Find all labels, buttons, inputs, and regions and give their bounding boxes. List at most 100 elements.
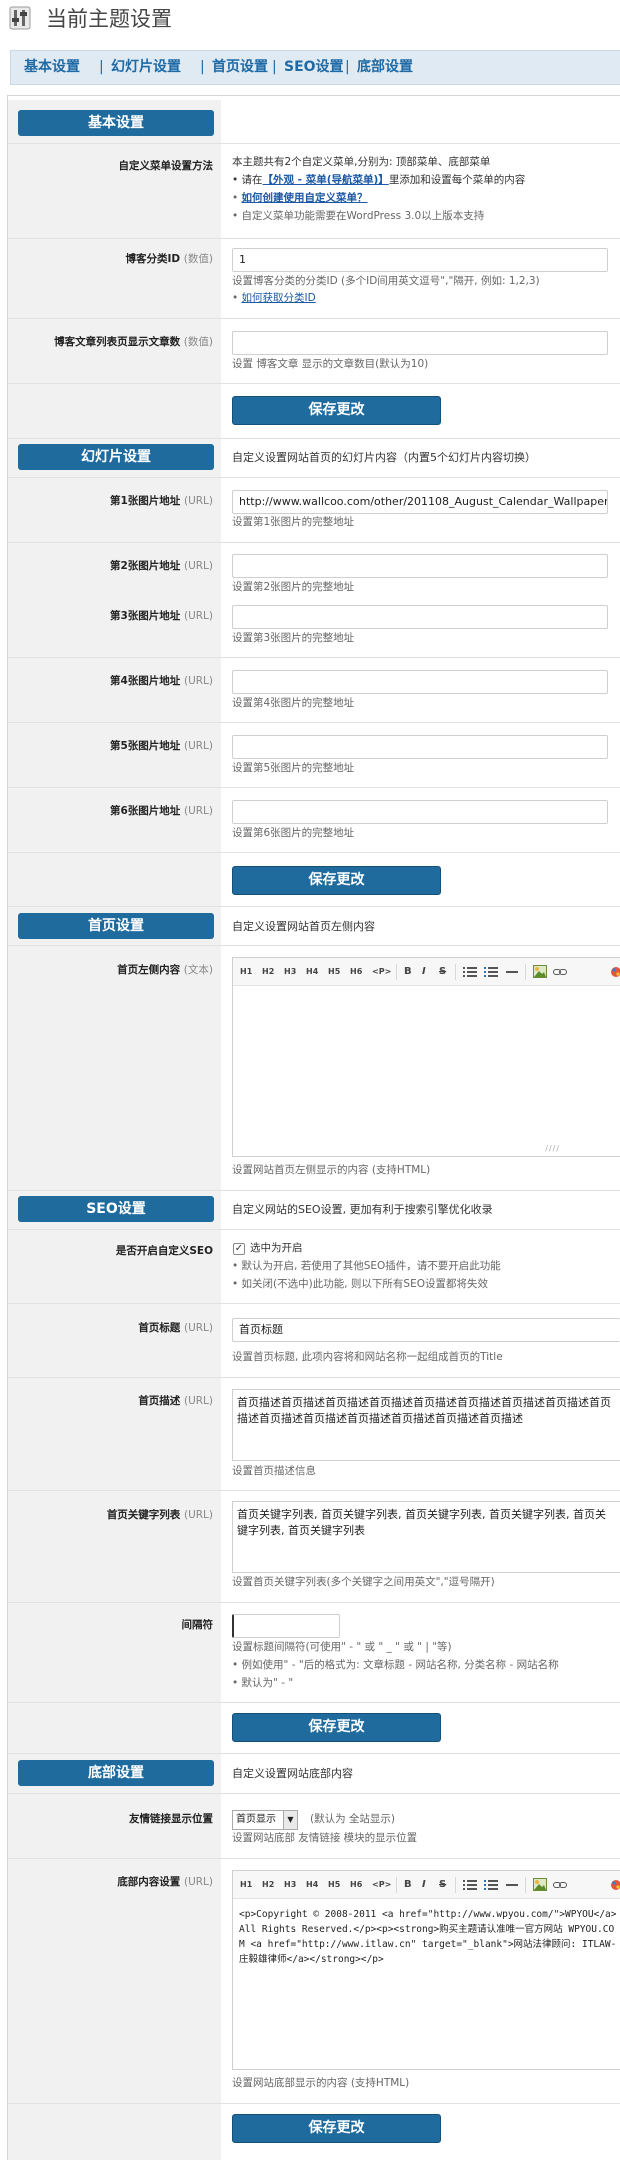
- save-button[interactable]: 保存更改: [232, 1713, 441, 1742]
- links-position-note: (默认为 全站显示): [310, 1813, 396, 1825]
- article-count-help: 设置 博客文章 显示的文章数目(默认为10): [232, 358, 429, 370]
- bullet-list-icon[interactable]: [463, 966, 477, 978]
- menu-admin-link[interactable]: 【外观 - 菜单(导航菜单)】: [263, 174, 389, 186]
- color-palette-icon[interactable]: [610, 1879, 620, 1891]
- divider: [8, 143, 620, 144]
- h1-button[interactable]: H1: [240, 1879, 252, 1891]
- slide-6-help: 设置第6张图片的完整地址: [232, 827, 355, 839]
- section-heading-basic: 基本设置: [18, 110, 214, 136]
- numbered-list-icon[interactable]: [484, 1879, 498, 1891]
- home-left-help: 设置网站首页左侧显示的内容 (支持HTML): [232, 1164, 431, 1176]
- slide-3-url-input[interactable]: [232, 605, 608, 629]
- nav-footer[interactable]: 底部设置: [357, 51, 413, 84]
- footer-content-editor[interactable]: H1 H2 H3 H4 H5 H6 <P> B I S <p>Copyright…: [232, 1870, 620, 2070]
- h6-button[interactable]: H6: [350, 966, 362, 978]
- h5-button[interactable]: H5: [328, 966, 340, 978]
- slide-4-label: 第4张图片地址 (URL): [110, 675, 213, 687]
- h5-button[interactable]: H5: [328, 1879, 340, 1891]
- nav-seo[interactable]: SEO设置: [284, 51, 344, 84]
- seo-enable-help: • 默认为开启, 若使用了其他SEO插件，请不要开启此功能: [232, 1260, 501, 1272]
- toolbar-divider: [455, 1877, 456, 1893]
- color-palette-icon[interactable]: [610, 966, 620, 978]
- cat-id-input[interactable]: 1: [232, 248, 608, 272]
- seo-title-help: 设置首页标题, 此项内容将和网站名称一起组成首页的Title: [232, 1351, 503, 1363]
- h6-button[interactable]: H6: [350, 1879, 362, 1891]
- article-count-input[interactable]: [232, 331, 608, 355]
- seo-title-input[interactable]: 首页标题: [232, 1318, 620, 1342]
- paragraph-button[interactable]: <P>: [372, 1879, 391, 1891]
- seo-separator-input[interactable]: [232, 1614, 340, 1638]
- divider: [8, 1303, 620, 1304]
- links-position-select[interactable]: 首页显示 ▼: [232, 1810, 298, 1830]
- menu-setup-label: 自定义菜单设置方法: [118, 160, 214, 172]
- home-left-label: 首页左侧内容 (文本): [117, 964, 213, 976]
- nav-home[interactable]: 首页设置: [212, 51, 268, 84]
- resize-grip[interactable]: ////: [545, 1144, 560, 1153]
- divider: [8, 1229, 620, 1230]
- divider: [8, 383, 620, 384]
- label-column: [8, 100, 221, 2160]
- strike-button[interactable]: S: [439, 966, 446, 978]
- h3-button[interactable]: H3: [284, 966, 296, 978]
- link-icon[interactable]: [553, 966, 567, 978]
- h4-button[interactable]: H4: [306, 1879, 318, 1891]
- bullet-list-icon[interactable]: [463, 1879, 477, 1891]
- save-button[interactable]: 保存更改: [232, 866, 441, 895]
- image-icon[interactable]: [533, 965, 547, 978]
- slide-6-url-input[interactable]: [232, 800, 608, 824]
- seo-keywords-label: 首页关键字列表 (URL): [106, 1509, 213, 1521]
- slide-2-url-input[interactable]: [232, 554, 608, 578]
- nav-basic[interactable]: 基本设置: [24, 51, 80, 84]
- chevron-down-icon: ▼: [283, 1811, 297, 1829]
- seo-enable-check-label: 选中为开启: [250, 1242, 303, 1254]
- page-title: 当前主题设置: [46, 7, 172, 31]
- menu-howto-link[interactable]: 如何创建使用自定义菜单？: [242, 192, 368, 204]
- menu-info-line: • 请在【外观 - 菜单(导航菜单)】里添加和设置每个菜单的内容: [232, 174, 526, 186]
- italic-button[interactable]: I: [422, 1879, 426, 1891]
- h1-button[interactable]: H1: [240, 966, 252, 978]
- horizontal-rule-icon[interactable]: [505, 966, 519, 978]
- home-left-editor[interactable]: H1 H2 H3 H4 H5 H6 <P> B I S ////: [232, 957, 620, 1157]
- seo-description-textarea[interactable]: 首页描述首页描述首页描述首页描述首页描述首页描述首页描述首页描述首页描述首页描述…: [232, 1389, 620, 1461]
- seo-separator-help: • 例如使用" - "后的格式为: 文章标题 - 网站名称, 分类名称 - 网站…: [232, 1659, 559, 1671]
- slide-1-help: 设置第1张图片的完整地址: [232, 516, 355, 528]
- links-position-help: 设置网站底部 友情链接 模块的显示位置: [232, 1832, 418, 1844]
- seo-separator-help: 设置标题间隔符(可使用" - " 或 " _ " 或 " | "等): [232, 1641, 452, 1653]
- nav-slides[interactable]: 幻灯片设置: [111, 51, 181, 84]
- seo-title-label: 首页标题 (URL): [138, 1322, 213, 1334]
- bold-button[interactable]: B: [404, 1879, 412, 1891]
- slide-4-url-input[interactable]: [232, 670, 608, 694]
- h2-button[interactable]: H2: [262, 966, 274, 978]
- divider: [8, 1602, 620, 1603]
- footer-content-code[interactable]: <p>Copyright © 2008-2011 <a href="http:/…: [239, 1907, 619, 1987]
- paragraph-button[interactable]: <P>: [372, 966, 391, 978]
- divider: [8, 722, 620, 723]
- nav-separator: |: [345, 59, 350, 75]
- section-heading-footer: 底部设置: [18, 1760, 214, 1786]
- section-heading-seo: SEO设置: [18, 1196, 214, 1222]
- h4-button[interactable]: H4: [306, 966, 318, 978]
- h2-button[interactable]: H2: [262, 1879, 274, 1891]
- menu-howto-line: • 如何创建使用自定义菜单？: [232, 192, 368, 204]
- numbered-list-icon[interactable]: [484, 966, 498, 978]
- horizontal-rule-icon[interactable]: [505, 1879, 519, 1891]
- bold-button[interactable]: B: [404, 966, 412, 978]
- image-icon[interactable]: [533, 1878, 547, 1891]
- save-button[interactable]: 保存更改: [232, 396, 441, 425]
- seo-enable-label: 是否开启自定义SEO: [115, 1245, 213, 1257]
- slide-5-url-input[interactable]: [232, 735, 608, 759]
- toolbar-divider: [525, 964, 526, 980]
- slide-3-label: 第3张图片地址 (URL): [110, 610, 213, 622]
- save-button[interactable]: 保存更改: [232, 2114, 441, 2143]
- seo-keywords-help: 设置首页关键字列表(多个关键字之间用英文","逗号隔开): [232, 1576, 495, 1588]
- slide-1-url-input[interactable]: http://www.wallcoo.com/other/201108_Augu…: [232, 490, 608, 514]
- link-icon[interactable]: [553, 1879, 567, 1891]
- toolbar-divider: [396, 964, 397, 980]
- seo-description-label: 首页描述 (URL): [138, 1395, 213, 1407]
- cat-id-link[interactable]: 如何获取分类ID: [242, 292, 316, 304]
- italic-button[interactable]: I: [422, 966, 426, 978]
- seo-enable-checkbox[interactable]: ✓: [233, 1243, 245, 1255]
- seo-keywords-textarea[interactable]: 首页关键字列表, 首页关键字列表, 首页关键字列表, 首页关键字列表, 首页关键…: [232, 1501, 620, 1573]
- h3-button[interactable]: H3: [284, 1879, 296, 1891]
- strike-button[interactable]: S: [439, 1879, 446, 1891]
